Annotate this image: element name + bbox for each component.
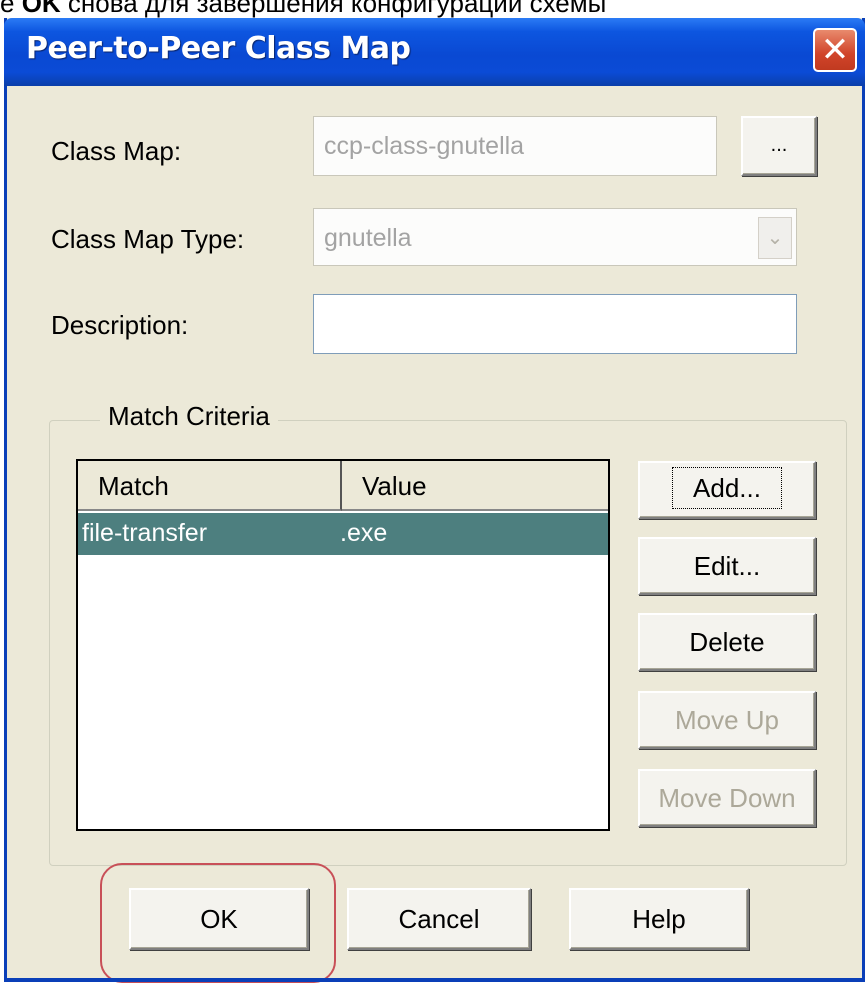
class-map-type-select: gnutella ⌄	[313, 208, 797, 266]
table-row[interactable]: file-transfer .exe	[78, 513, 608, 555]
dialog-title: Peer-to-Peer Class Map	[26, 31, 411, 66]
edit-button[interactable]: Edit...	[638, 537, 816, 595]
row-value-cell: .exe	[340, 519, 388, 547]
page-caption: е OK снова для завершения конфигурации с…	[0, 0, 867, 18]
caption-rest: снова для завершения конфигурации схемы	[60, 0, 607, 18]
description-label: Description:	[51, 310, 189, 340]
browse-button[interactable]: ...	[741, 116, 817, 176]
column-header-match[interactable]: Match	[78, 461, 342, 511]
dialog-bottom-border	[4, 978, 865, 982]
class-map-type-label: Class Map Type:	[51, 224, 245, 254]
row-match-cell: file-transfer	[82, 519, 208, 547]
close-icon: ✕	[820, 30, 850, 70]
column-header-value[interactable]: Value	[342, 461, 608, 511]
close-button[interactable]: ✕	[813, 28, 857, 72]
peer-to-peer-class-map-dialog: Peer-to-Peer Class Map ✕ Class Map: ccp-…	[4, 18, 865, 983]
class-map-label: Class Map:	[51, 136, 182, 166]
title-bar: Peer-to-Peer Class Map ✕	[4, 18, 865, 86]
move-up-button[interactable]: Move Up	[638, 691, 816, 749]
class-map-field: ccp-class-gnutella	[313, 116, 717, 176]
description-input[interactable]	[313, 294, 797, 354]
match-criteria-legend: Match Criteria	[100, 401, 278, 432]
cancel-button[interactable]: Cancel	[347, 888, 531, 950]
move-down-button[interactable]: Move Down	[638, 769, 816, 827]
delete-button[interactable]: Delete	[638, 613, 816, 671]
caption-bold: OK	[21, 0, 61, 18]
help-button[interactable]: Help	[569, 888, 749, 950]
caption-prefix: е	[0, 0, 22, 18]
class-map-type-value: gnutella	[324, 224, 412, 252]
ok-button[interactable]: OK	[129, 888, 309, 950]
table-header: Match Value	[78, 461, 608, 511]
match-criteria-table[interactable]: Match Value file-transfer .exe	[76, 459, 610, 831]
add-button-label: Add...	[672, 467, 782, 509]
add-button[interactable]: Add...	[638, 461, 816, 519]
match-criteria-group: Match Criteria Match Value file-transfer…	[49, 401, 847, 866]
chevron-down-icon: ⌄	[758, 217, 792, 259]
